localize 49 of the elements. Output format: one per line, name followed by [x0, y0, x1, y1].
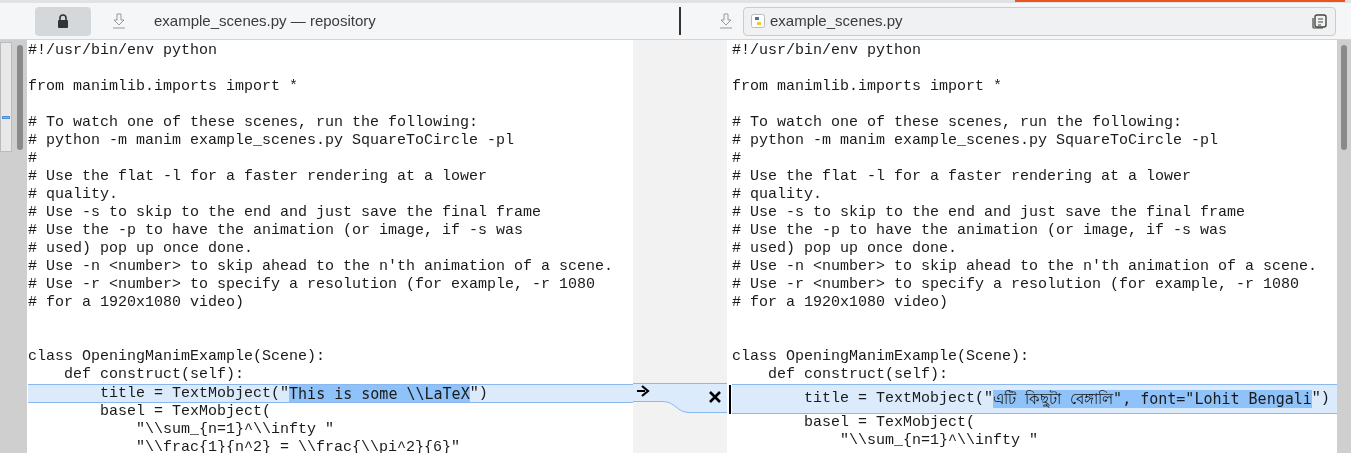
code-line: # Use -s to skip to the end and just save the final frame [28, 204, 542, 222]
code-line: # Use -r <number> to specify a resolution (for example, -r 1080 [732, 276, 1300, 294]
scrollbar[interactable] [13, 40, 27, 453]
code-line: # Use -r <number> to specify a resolution (for example, -r 1080 [28, 276, 596, 294]
python-file-icon [751, 14, 765, 28]
code-line: # To watch one of these scenes, run the following: [28, 114, 479, 132]
code-line: class OpeningManimExample(Scene): [732, 348, 1030, 366]
lock-icon [57, 14, 69, 28]
code-line: "\\sum_{n=1}^\\infty " [839, 432, 1039, 450]
code-line: # Use -n <number> to skip ahead to the n'th animation of a scene. [732, 258, 1318, 276]
code-line: # Use the flat -l for a faster rendering at a lower [732, 168, 1192, 186]
code-line: # used) pop up once done. [28, 240, 254, 258]
code-line: "\\sum_{n=1}^\\infty " [135, 421, 335, 439]
code-line: from manimlib.imports import * [28, 78, 299, 96]
code-line: # quality. [28, 186, 118, 204]
code-line: # python -m manim example_scenes.py SquareToCircle -pl [28, 132, 515, 150]
code-line: class OpeningManimExample(Scene): [28, 348, 326, 366]
code-line: # [732, 150, 741, 168]
code-line: # Use -n <number> to skip ahead to the n'th animation of a scene. [28, 258, 614, 276]
code-line: # Use the -p to have the animation (or image, if -s was [28, 222, 524, 240]
code-line: # Use -s to skip to the end and just save the final frame [732, 204, 1246, 222]
code-line: #!/usr/bin/env python [732, 42, 922, 60]
diff-map[interactable] [0, 40, 13, 453]
download-icon[interactable] [719, 13, 733, 29]
code-line: # Use the flat -l for a faster rendering at a lower [28, 168, 488, 186]
code-line: # python -m manim example_scenes.py SquareToCircle -pl [732, 132, 1219, 150]
scrollbar[interactable] [1337, 40, 1351, 453]
left-file-title: example_scenes.py — repository [154, 10, 376, 31]
file-path-field[interactable]: example_scenes.py [743, 6, 1336, 36]
code-line: # quality. [732, 186, 822, 204]
code-line: def construct(self): [63, 366, 245, 384]
download-icon[interactable] [112, 13, 126, 29]
close-icon[interactable] [709, 391, 721, 403]
code-line: # To watch one of these scenes, run the following: [732, 114, 1183, 132]
code-line: basel = TexMobject( [803, 414, 976, 432]
right-file-name: example_scenes.py [770, 10, 904, 31]
code-line: # used) pop up once done. [732, 240, 958, 258]
arrow-right-icon[interactable] [636, 385, 650, 397]
code-line: #!/usr/bin/env python [28, 42, 218, 60]
code-line: basel = TexMobject( [99, 403, 272, 421]
code-line: # for a 1920x1080 video) [732, 294, 949, 312]
code-line: # for a 1920x1080 video) [28, 294, 245, 312]
lock-button[interactable] [35, 6, 91, 36]
code-line: def construct(self): [767, 366, 949, 384]
code-line: # Use the -p to have the animation (or image, if -s was [732, 222, 1228, 240]
text-cursor [729, 385, 731, 414]
document-icon [1312, 13, 1327, 29]
code-line: from manimlib.imports import * [732, 78, 1003, 96]
code-line: # [28, 150, 37, 168]
